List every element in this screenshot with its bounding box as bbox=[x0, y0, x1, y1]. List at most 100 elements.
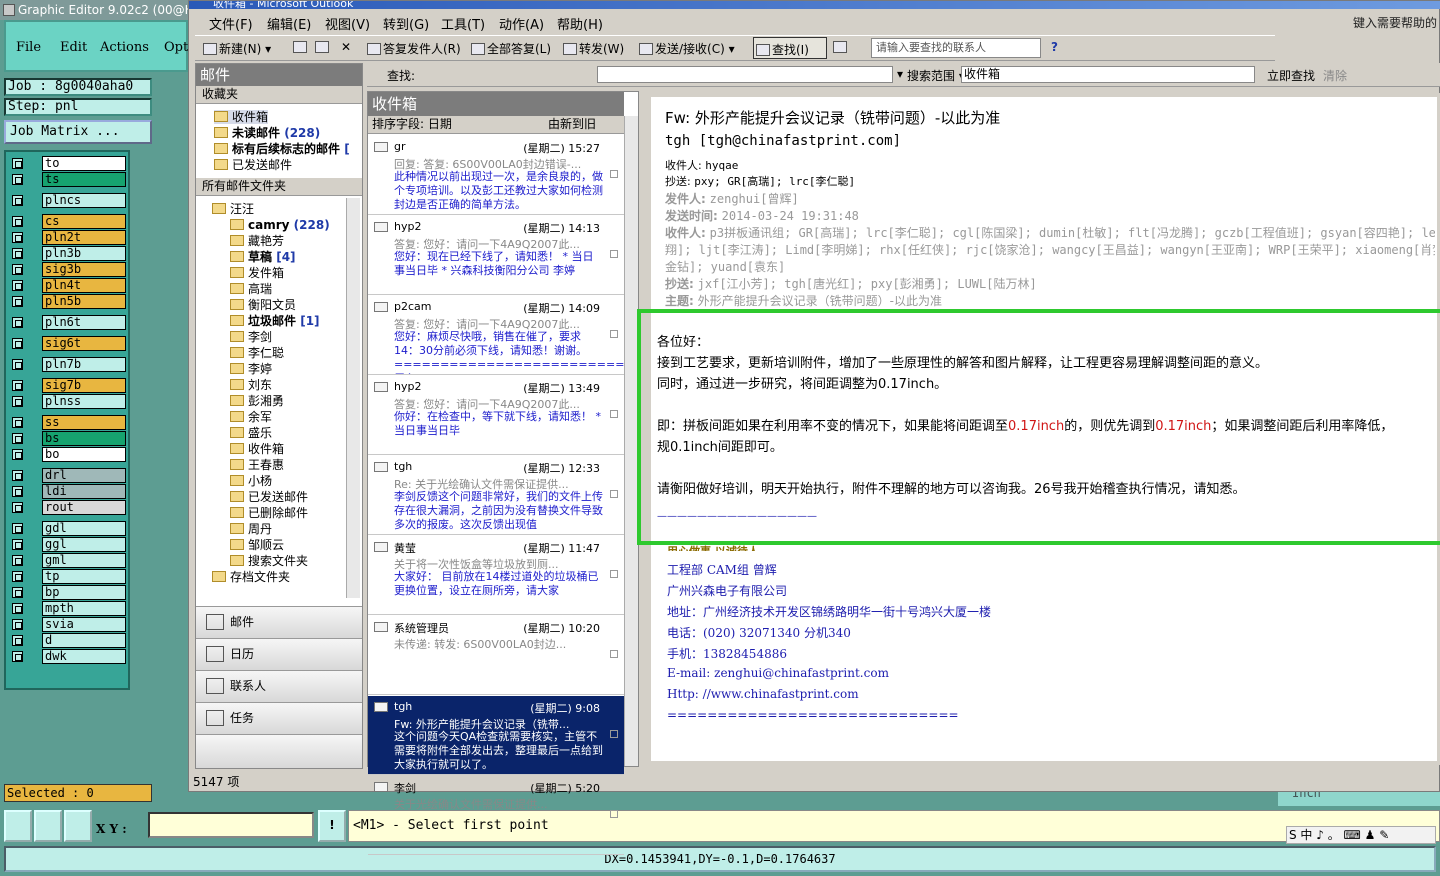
ime-toolbar[interactable]: S 中 ♪ 。 ⌨ ♟ ✎ bbox=[1286, 826, 1436, 844]
sort-bar[interactable]: 排序字段: 日期 由新到旧 bbox=[368, 116, 624, 134]
email-from[interactable]: tgh [tgh@chinafastprint.com] bbox=[665, 133, 901, 149]
folder-item[interactable]: 邹顺云 bbox=[230, 538, 284, 552]
flag-icon[interactable] bbox=[610, 330, 618, 338]
message-row[interactable]: hyp2 (星期二) 14:13 答复: 您好：请问一下4A9Q2007此... 您好… bbox=[368, 216, 624, 295]
layer-checkbox[interactable] bbox=[12, 619, 23, 630]
layer-row[interactable]: d bbox=[8, 633, 128, 648]
layer-checkbox[interactable] bbox=[12, 195, 23, 206]
layer-name[interactable]: gdl bbox=[42, 521, 126, 536]
menu-go[interactable]: 转到(G) bbox=[383, 14, 429, 33]
folder-item[interactable]: 刘东 bbox=[230, 378, 272, 392]
layer-row[interactable]: plncs bbox=[8, 193, 128, 208]
scope-value[interactable]: 收件箱 bbox=[961, 66, 1255, 83]
layer-row[interactable]: bs bbox=[8, 431, 128, 446]
flag-icon[interactable] bbox=[610, 730, 618, 738]
layer-checkbox[interactable] bbox=[12, 248, 23, 259]
flag-icon[interactable] bbox=[610, 490, 618, 498]
info-icon[interactable]: ! bbox=[318, 810, 346, 842]
print-icon[interactable] bbox=[293, 40, 309, 54]
message-row[interactable]: 李剑 (星期二) 5:20 关于光绘确认文件需保证提供... bbox=[368, 776, 624, 855]
layer-checkbox[interactable] bbox=[12, 264, 23, 275]
layer-row[interactable]: gdl bbox=[8, 521, 128, 536]
folder-item[interactable]: 小杨 bbox=[230, 474, 272, 488]
forward-button[interactable]: 转发(W) bbox=[563, 40, 624, 57]
favorite-folder[interactable]: 收件箱 bbox=[214, 110, 269, 124]
reply-button[interactable]: 答复发件人(R) bbox=[367, 40, 461, 57]
layer-checkbox[interactable] bbox=[12, 158, 23, 169]
contact-search-input[interactable]: 请输入要查找的联系人 bbox=[871, 38, 1041, 58]
sig-email-link[interactable]: zenghui@chinafastprint.com bbox=[714, 666, 889, 680]
folder-item[interactable]: 藏艳芳 bbox=[230, 234, 284, 248]
message-row[interactable]: hyp2 (星期二) 13:49 答复: 您好：请问一下4A9Q2007此... 你好… bbox=[368, 376, 624, 455]
folder-item[interactable]: 搜索文件夹 bbox=[230, 554, 308, 568]
layer-row[interactable]: pln6t bbox=[8, 315, 128, 330]
folder-item[interactable]: 衡阳文员 bbox=[230, 298, 296, 312]
menu-edit[interactable]: Edit bbox=[60, 40, 87, 55]
new-button[interactable]: 新建(N) ▾ bbox=[203, 40, 271, 57]
layer-checkbox[interactable] bbox=[12, 449, 23, 460]
layer-row[interactable]: ts bbox=[8, 172, 128, 187]
layer-checkbox[interactable] bbox=[12, 571, 23, 582]
folder-item[interactable]: camry (228) bbox=[230, 218, 330, 232]
layer-name[interactable]: pln7b bbox=[42, 357, 126, 372]
folder-item[interactable]: 垃圾邮件 [1] bbox=[230, 314, 320, 328]
menu-edit[interactable]: 编辑(E) bbox=[267, 14, 311, 33]
address-book-icon[interactable] bbox=[833, 40, 849, 54]
flag-icon[interactable] bbox=[610, 410, 618, 418]
layer-row[interactable]: pln3b bbox=[8, 246, 128, 261]
layer-checkbox[interactable] bbox=[12, 359, 23, 370]
help-icon[interactable]: ? bbox=[1051, 40, 1058, 54]
move-icon[interactable] bbox=[315, 40, 331, 54]
list-scrollbar[interactable] bbox=[624, 116, 638, 766]
menu-file[interactable]: File bbox=[16, 40, 41, 55]
layer-row[interactable]: pln4t bbox=[8, 278, 128, 293]
folder-item[interactable]: 已发送邮件 bbox=[230, 490, 308, 504]
layer-name[interactable]: mpth bbox=[42, 601, 126, 616]
layer-row[interactable]: pln5b bbox=[8, 294, 128, 309]
menu-view[interactable]: 视图(V) bbox=[325, 14, 370, 33]
layer-name[interactable]: rout bbox=[42, 500, 126, 515]
layer-checkbox[interactable] bbox=[12, 317, 23, 328]
menu-help[interactable]: 帮助(H) bbox=[557, 14, 603, 33]
folder-item[interactable]: 王春惠 bbox=[230, 458, 284, 472]
measure-tool-icon[interactable] bbox=[34, 810, 62, 842]
folder-item[interactable]: 发件箱 bbox=[230, 266, 284, 280]
layer-checkbox[interactable] bbox=[12, 635, 23, 646]
job-matrix-button[interactable]: Job Matrix ... bbox=[4, 120, 152, 144]
layer-name[interactable]: drl bbox=[42, 468, 126, 483]
message-row[interactable]: p2cam (星期二) 14:09 答复: 您好：请问一下4A9Q2007此... 您… bbox=[368, 296, 624, 375]
menu-options[interactable]: Opt bbox=[164, 40, 188, 55]
layer-row[interactable]: pln7b bbox=[8, 357, 128, 372]
flag-icon[interactable] bbox=[610, 570, 618, 578]
layer-checkbox[interactable] bbox=[12, 555, 23, 566]
layer-checkbox[interactable] bbox=[12, 523, 23, 534]
layer-checkbox[interactable] bbox=[12, 174, 23, 185]
send-receive-button[interactable]: 发送/接收(C) ▾ bbox=[639, 40, 735, 57]
menu-file[interactable]: 文件(F) bbox=[209, 14, 253, 33]
message-row[interactable]: tgh (星期二) 12:33 Re: 关于光绘确认文件需保证提供... 李剑反馈这个… bbox=[368, 456, 624, 535]
layer-row[interactable]: bo bbox=[8, 447, 128, 462]
nav-button-contacts[interactable]: 联系人 bbox=[196, 670, 362, 702]
layer-checkbox[interactable] bbox=[12, 470, 23, 481]
layer-row[interactable]: ggl bbox=[8, 537, 128, 552]
layer-name[interactable]: gml bbox=[42, 553, 126, 568]
folder-item[interactable]: 盛乐 bbox=[230, 426, 272, 440]
layer-checkbox[interactable] bbox=[12, 651, 23, 662]
layer-row[interactable]: plnss bbox=[8, 394, 128, 409]
layer-name[interactable]: ldi bbox=[42, 484, 126, 499]
layer-row[interactable]: svia bbox=[8, 617, 128, 632]
layer-name[interactable]: dwk bbox=[42, 649, 126, 664]
layer-checkbox[interactable] bbox=[12, 603, 23, 614]
xy-input[interactable] bbox=[148, 812, 314, 838]
layer-row[interactable]: bp bbox=[8, 585, 128, 600]
message-row[interactable]: gr (星期二) 15:27 回复: 答复: 6S00V00LA0封边错误-... 此… bbox=[368, 136, 624, 215]
layer-checkbox[interactable] bbox=[12, 486, 23, 497]
layer-row[interactable]: tp bbox=[8, 569, 128, 584]
menu-actions[interactable]: 动作(A) bbox=[499, 14, 544, 33]
layer-row[interactable]: to bbox=[8, 156, 128, 171]
find-now-button[interactable]: 立即查找 bbox=[1267, 67, 1315, 84]
layer-name[interactable]: pln5b bbox=[42, 294, 126, 309]
layer-name[interactable]: sig3b bbox=[42, 262, 126, 277]
layer-row[interactable]: pln2t bbox=[8, 230, 128, 245]
select-tool-icon[interactable] bbox=[4, 810, 32, 842]
